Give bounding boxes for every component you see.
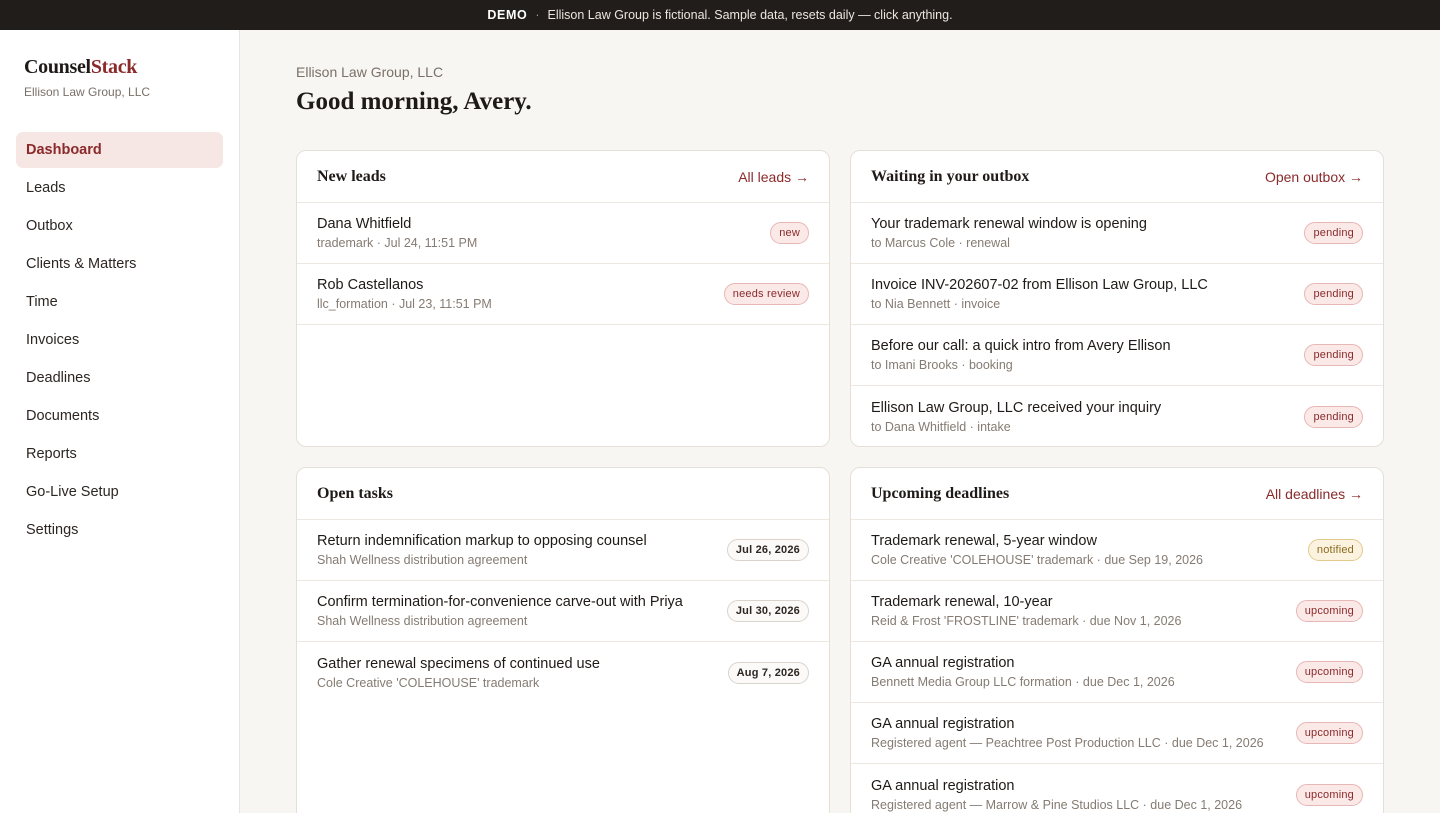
card-header: Open tasks <box>297 468 829 520</box>
due-date-badge: Jul 30, 2026 <box>726 600 809 622</box>
sidebar-item-reports[interactable]: Reports <box>16 436 223 472</box>
sidebar-item-clients-matters[interactable]: Clients & Matters <box>16 246 223 282</box>
upcoming-deadlines-card: Upcoming deadlines All deadlines → Trade… <box>850 467 1384 813</box>
task-title: Confirm termination-for-convenience carv… <box>317 594 683 610</box>
status-badge: pending <box>1304 222 1363 244</box>
message-meta: to Marcus Cole · renewal <box>871 236 1010 250</box>
task-row[interactable]: Return indemnification markup to opposin… <box>297 520 829 581</box>
message-subject: Ellison Law Group, LLC received your inq… <box>871 399 1162 416</box>
due-date-badge: Jul 26, 2026 <box>726 539 809 561</box>
card-title: Upcoming deadlines <box>871 484 1010 502</box>
status-badge: pending <box>1304 283 1363 305</box>
demo-banner: DEMO · Ellison Law Group is fictional. S… <box>0 0 1440 30</box>
deadline-row[interactable]: Trademark renewal, 5-year window Cole Cr… <box>851 520 1383 581</box>
card-title: Waiting in your outbox <box>871 167 1030 185</box>
outbox-row[interactable]: Your trademark renewal window is opening… <box>851 203 1383 264</box>
deadline-row[interactable]: GA annual registration Registered agent … <box>851 764 1383 813</box>
deadline-meta: Registered agent — Marrow & Pine Studios… <box>871 797 1243 812</box>
open-tasks-card: Open tasks Return indemnification markup… <box>296 467 830 813</box>
task-matter: Shah Wellness distribution agreement <box>317 553 528 567</box>
sidebar-item-time[interactable]: Time <box>16 284 223 320</box>
sidebar-nav: Dashboard Leads Outbox Clients & Matters… <box>16 132 223 550</box>
banner-message: Ellison Law Group is fictional. Sample d… <box>547 8 953 22</box>
lead-meta: llc_formation · Jul 23, 11:51 PM <box>317 297 492 311</box>
deadline-title: GA annual registration <box>871 716 1015 732</box>
sidebar-item-outbox[interactable]: Outbox <box>16 208 223 244</box>
lead-row[interactable]: Dana Whitfield trademark · Jul 24, 11:51… <box>297 203 829 264</box>
task-row[interactable]: Gather renewal specimens of continued us… <box>297 642 829 703</box>
open-outbox-link[interactable]: Open outbox → <box>1265 169 1363 185</box>
all-deadlines-link[interactable]: All deadlines → <box>1266 486 1363 502</box>
message-subject: Before our call: a quick intro from Aver… <box>871 338 1171 354</box>
brand-name-accent: Stack <box>90 56 138 78</box>
deadline-title: GA annual registration <box>871 655 1015 671</box>
card-header: Waiting in your outbox Open outbox → <box>851 151 1383 203</box>
status-badge: notified <box>1307 539 1363 561</box>
message-meta: to Nia Bennett · invoice <box>871 297 1001 311</box>
card-header: New leads All leads → <box>297 151 829 203</box>
deadline-title: Trademark renewal, 5-year window <box>871 533 1097 549</box>
task-matter: Shah Wellness distribution agreement <box>317 614 528 628</box>
outbox-row[interactable]: Invoice INV-202607-02 from Ellison Law G… <box>851 264 1383 325</box>
outbox-card: Waiting in your outbox Open outbox → You… <box>850 150 1384 447</box>
status-badge: upcoming <box>1295 661 1363 683</box>
brand-name-primary: Counsel <box>24 56 91 78</box>
deadline-row[interactable]: GA annual registration Bennett Media Gro… <box>851 642 1383 703</box>
deadline-row[interactable]: Trademark renewal, 10-year Reid & Frost … <box>851 581 1383 642</box>
page-greeting: Good morning, Avery. <box>296 88 532 115</box>
status-badge: new <box>770 222 809 244</box>
status-badge: upcoming <box>1295 722 1363 744</box>
status-badge: needs review <box>723 283 809 305</box>
card-title: Open tasks <box>317 484 394 502</box>
sidebar-item-dashboard[interactable]: Dashboard <box>16 132 223 168</box>
status-badge: upcoming <box>1295 600 1363 622</box>
sidebar-item-documents[interactable]: Documents <box>16 398 223 434</box>
lead-row[interactable]: Rob Castellanos llc_formation · Jul 23, … <box>297 264 829 325</box>
banner-separator: · <box>535 8 540 22</box>
message-meta: to Dana Whitfield · intake <box>871 419 1011 434</box>
deadline-meta: Registered agent — Peachtree Post Produc… <box>871 736 1264 750</box>
lead-name: Dana Whitfield <box>317 216 412 232</box>
sidebar-item-settings[interactable]: Settings <box>16 512 223 548</box>
lead-meta: trademark · Jul 24, 11:51 PM <box>317 236 478 250</box>
sidebar: CounselStack Ellison Law Group, LLC Dash… <box>0 30 240 813</box>
deadline-meta: Reid & Frost 'FROSTLINE' trademark · due… <box>871 614 1182 628</box>
demo-tag: DEMO <box>487 8 528 22</box>
sidebar-item-deadlines[interactable]: Deadlines <box>16 360 223 396</box>
deadline-title: Trademark renewal, 10-year <box>871 594 1053 610</box>
task-row[interactable]: Confirm termination-for-convenience carv… <box>297 581 829 642</box>
due-date-badge: Aug 7, 2026 <box>727 661 809 684</box>
card-header: Upcoming deadlines All deadlines → <box>851 468 1383 520</box>
task-title: Return indemnification markup to opposin… <box>317 533 647 549</box>
message-subject: Your trademark renewal window is opening <box>871 216 1147 232</box>
card-title: New leads <box>317 167 386 185</box>
lead-name: Rob Castellanos <box>317 277 424 293</box>
outbox-row[interactable]: Before our call: a quick intro from Aver… <box>851 325 1383 386</box>
sidebar-item-invoices[interactable]: Invoices <box>16 322 223 358</box>
new-leads-card: New leads All leads → Dana Whitfield tra… <box>296 150 830 447</box>
status-badge: upcoming <box>1295 783 1363 806</box>
sidebar-item-leads[interactable]: Leads <box>16 170 223 206</box>
brand-firm-name: Ellison Law Group, LLC <box>24 85 151 99</box>
deadline-meta: Bennett Media Group LLC formation · due … <box>871 675 1175 689</box>
task-title: Gather renewal specimens of continued us… <box>317 655 600 672</box>
deadline-row[interactable]: GA annual registration Registered agent … <box>851 703 1383 764</box>
status-badge: pending <box>1304 344 1363 366</box>
deadline-title: GA annual registration <box>871 777 1015 794</box>
deadline-meta: Cole Creative 'COLEHOUSE' trademark · du… <box>871 553 1204 567</box>
page-firm-name: Ellison Law Group, LLC <box>296 64 444 80</box>
task-matter: Cole Creative 'COLEHOUSE' trademark <box>317 675 540 690</box>
outbox-row[interactable]: Ellison Law Group, LLC received your inq… <box>851 386 1383 446</box>
all-leads-link[interactable]: All leads → <box>738 169 809 185</box>
brand-logo[interactable]: CounselStack <box>24 56 137 79</box>
sidebar-item-go-live-setup[interactable]: Go-Live Setup <box>16 474 223 510</box>
message-subject: Invoice INV-202607-02 from Ellison Law G… <box>871 277 1208 293</box>
status-badge: pending <box>1304 405 1363 428</box>
message-meta: to Imani Brooks · booking <box>871 358 1013 372</box>
